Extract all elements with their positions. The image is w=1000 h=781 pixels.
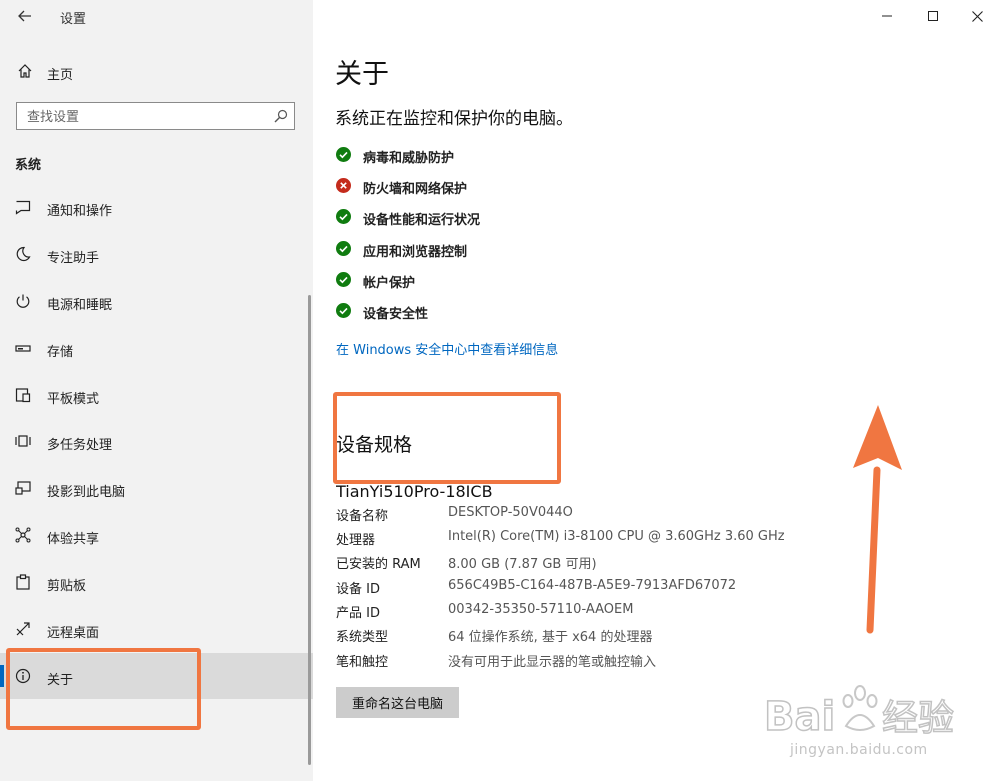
back-arrow-icon [18,10,31,22]
spec-value: DESKTOP-50V044O [448,505,573,520]
spec-key: 设备名称 [336,509,389,524]
device-model: TianYi510Pro-18ICB [336,482,493,498]
security-subtitle: 系统正在监控和保护你的电脑。 [335,109,573,129]
status-label: 防火墙和网络保护 [363,182,468,197]
home-icon [18,64,32,78]
search-input[interactable] [25,107,269,127]
status-label: 帐户保护 [363,276,416,291]
multitasking-icon [15,435,31,447]
sidebar-item-multitasking[interactable]: 多任务处理 [0,418,313,464]
status-label: 设备安全性 [363,307,429,322]
home-label: 主页 [47,68,74,83]
sidebar-item-shared-experiences[interactable]: 体验共享 [0,512,313,558]
rename-pc-button[interactable]: 重命名这台电脑 [336,687,459,718]
spec-key: 系统类型 [336,630,389,645]
sidebar-item-notifications[interactable]: 通知和操作 [0,184,313,230]
check-circle-icon [336,272,351,287]
sidebar-item-label: 专注助手 [47,251,100,266]
sidebar-item-power[interactable]: 电源和睡眠 [0,278,313,324]
spec-row-pen-touch: 笔和触控 没有可用于此显示器的笔或触控输入 [336,649,976,670]
sidebar-item-label: 电源和睡眠 [47,298,113,313]
clipboard-icon [16,574,30,590]
tablet-icon [15,388,31,403]
spec-key: 已安装的 RAM [336,557,421,572]
sidebar-item-storage[interactable]: 存储 [0,325,313,371]
sidebar-item-label: 远程桌面 [47,626,100,641]
sidebar-item-remote-desktop[interactable]: 远程桌面 [0,606,313,652]
spec-key: 处理器 [336,533,376,548]
sidebar-item-focus-assist[interactable]: 专注助手 [0,231,313,277]
back-button[interactable] [10,4,40,28]
close-icon [971,10,983,22]
sidebar-item-label: 剪贴板 [47,579,87,594]
moon-icon [16,246,31,262]
page-title: 关于 [335,59,389,90]
spec-value: 8.00 GB (7.87 GB 可用) [448,557,597,572]
section-header-system: 系统 [15,158,42,173]
search-box[interactable] [16,102,295,130]
notification-icon [15,200,31,215]
check-circle-icon [336,147,351,162]
storage-icon [15,345,31,352]
window-title: 设置 [60,12,87,27]
check-circle-icon [336,303,351,318]
error-circle-icon [336,178,351,193]
sidebar-scrollbar[interactable] [308,295,311,765]
security-center-link[interactable]: 在 Windows 安全中心中查看详细信息 [336,339,558,358]
active-indicator [0,665,4,687]
sidebar-item-tablet-mode[interactable]: 平板模式 [0,372,313,418]
spec-key: 产品 ID [336,606,380,621]
close-button[interactable] [954,0,1000,32]
sidebar-item-home[interactable]: 主页 [0,58,313,86]
check-circle-icon [336,241,351,256]
power-icon [16,294,30,308]
sidebar-item-label: 通知和操作 [47,204,113,219]
spec-value: 没有可用于此显示器的笔或触控输入 [448,655,657,670]
projecting-icon [15,481,31,495]
spec-value: 656C49B5-C164-487B-A5E9-7913AFD67072 [448,578,737,593]
remote-desktop-icon [16,622,30,636]
search-icon [274,109,288,123]
spec-key: 笔和触控 [336,655,389,670]
sidebar-item-projecting[interactable]: 投影到此电脑 [0,465,313,511]
status-label: 设备性能和运行状况 [363,213,481,228]
sidebar-item-clipboard[interactable]: 剪贴板 [0,559,313,605]
annotation-arrow-icon [853,405,902,634]
sidebar-item-label: 多任务处理 [47,438,113,453]
spec-value: 64 位操作系统, 基于 x64 的处理器 [448,630,653,645]
spec-key: 设备 ID [336,582,380,597]
minimize-icon [882,15,892,17]
status-label: 病毒和威胁防护 [363,151,455,166]
minimize-button[interactable] [864,0,910,32]
shared-experiences-icon [15,527,31,543]
status-label: 应用和浏览器控制 [363,245,468,260]
highlight-box-about [6,648,201,730]
sidebar-item-label: 存储 [47,345,74,360]
sidebar-item-label: 投影到此电脑 [47,485,126,500]
sidebar-item-label: 平板模式 [47,392,100,407]
maximize-icon [928,11,938,21]
check-circle-icon [336,209,351,224]
highlight-box-device-specs [333,392,561,484]
sidebar-item-label: 体验共享 [47,532,100,547]
spec-value: Intel(R) Core(TM) i3-8100 CPU @ 3.60GHz … [448,529,785,544]
watermark-url: jingyan.baidu.com [790,742,928,758]
maximize-button[interactable] [910,0,956,32]
spec-value: 00342-35350-57110-AAOEM [448,602,634,617]
